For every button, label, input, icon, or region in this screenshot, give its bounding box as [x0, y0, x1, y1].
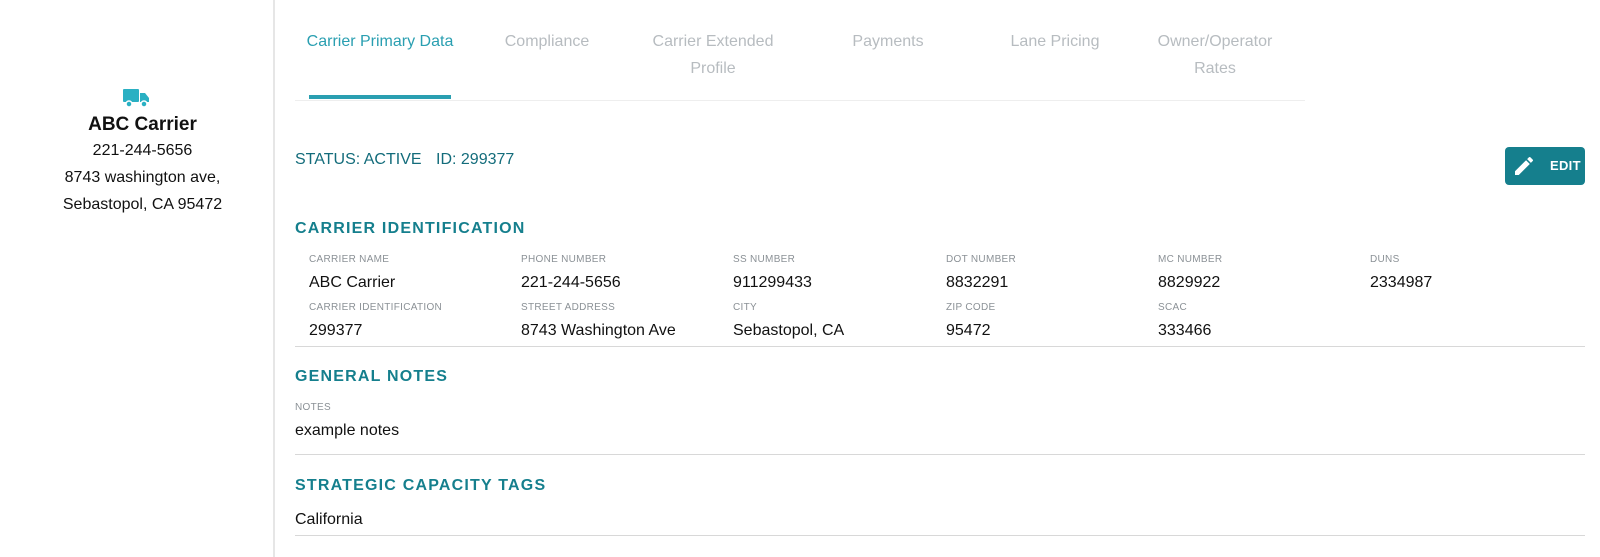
field-value-city: Sebastopol, CA — [733, 322, 845, 339]
tab-carrier-primary-data[interactable]: Carrier Primary Data — [303, 28, 457, 55]
section-divider — [295, 535, 1585, 536]
field-value-ss-number: 911299433 — [733, 274, 812, 291]
notes-value: example notes — [295, 422, 400, 439]
carrier-id-label: ID: 299377 — [436, 151, 515, 168]
status-label: STATUS: ACTIVE — [295, 151, 422, 168]
field-label-carrier-name: CARRIER NAME — [309, 254, 390, 265]
field-label-scac: SCAC — [1158, 302, 1187, 313]
pencil-icon — [1515, 156, 1534, 175]
tab-carrier-extended-profile[interactable]: Carrier Extended Profile — [643, 28, 783, 82]
field-label-ss-number: SS NUMBER — [733, 254, 796, 265]
tab-bar: Carrier Primary Data Compliance Carrier … — [295, 0, 1305, 101]
edit-button-label: EDIT — [1550, 158, 1581, 173]
carrier-identification-heading: CARRIER IDENTIFICATION — [295, 220, 526, 237]
tab-lane-pricing[interactable]: Lane Pricing — [975, 28, 1135, 55]
field-value-scac: 333466 — [1158, 322, 1212, 339]
carrier-sidebar: ABC Carrier 221-244-5656 8743 washington… — [0, 0, 275, 557]
tab-owner-operator-rates[interactable]: Owner/Operator Rates — [1145, 28, 1285, 82]
carrier-address-line2: Sebastopol, CA 95472 — [62, 196, 223, 213]
field-label-city: CITY — [733, 302, 757, 313]
field-label-street-address: STREET ADDRESS — [521, 302, 616, 313]
field-value-zip-code: 95472 — [946, 322, 991, 339]
edit-button[interactable]: EDIT — [1505, 147, 1585, 185]
carrier-address-line1: 8743 washington ave, — [64, 169, 221, 186]
field-value-duns: 2334987 — [1370, 274, 1433, 291]
field-label-zip-code: ZIP CODE — [946, 302, 996, 313]
field-value-dot-number: 8832291 — [946, 274, 1009, 291]
strategic-capacity-tags-heading: STRATEGIC CAPACITY TAGS — [295, 477, 547, 494]
section-divider — [295, 346, 1585, 347]
field-label-mc-number: MC NUMBER — [1158, 254, 1223, 265]
tab-payments[interactable]: Payments — [813, 28, 963, 55]
truck-icon — [123, 89, 149, 108]
field-label-duns: DUNS — [1370, 254, 1400, 265]
tab-compliance[interactable]: Compliance — [487, 28, 607, 55]
field-value-phone-number: 221-244-5656 — [521, 274, 621, 291]
capacity-tag: California — [295, 511, 363, 528]
field-value-carrier-identification: 299377 — [309, 322, 363, 339]
general-notes-heading: GENERAL NOTES — [295, 368, 449, 385]
notes-label: NOTES — [295, 402, 331, 413]
active-tab-indicator — [309, 95, 451, 99]
field-value-mc-number: 8829922 — [1158, 274, 1221, 291]
section-divider — [295, 454, 1585, 455]
field-label-phone-number: PHONE NUMBER — [521, 254, 607, 265]
field-value-carrier-name: ABC Carrier — [309, 274, 396, 291]
field-label-dot-number: DOT NUMBER — [946, 254, 1017, 265]
field-value-street-address: 8743 Washington Ave — [521, 322, 676, 339]
carrier-phone: 221-244-5656 — [92, 142, 193, 159]
field-label-carrier-identification: CARRIER IDENTIFICATION — [309, 302, 443, 313]
carrier-name: ABC Carrier — [88, 114, 197, 135]
